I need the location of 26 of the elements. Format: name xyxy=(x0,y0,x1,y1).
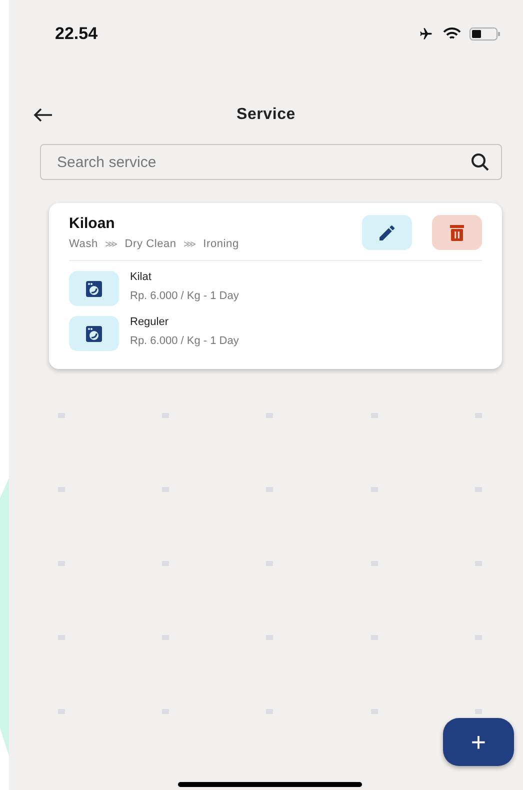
service-price: Rp. 6.000 / Kg - 1 Day xyxy=(130,290,239,302)
service-name: Kilat xyxy=(130,271,152,283)
add-button[interactable]: + xyxy=(443,718,514,766)
washing-machine-icon xyxy=(85,280,103,298)
washing-machine-icon xyxy=(85,324,103,342)
back-button[interactable] xyxy=(33,108,53,122)
back-arrow-icon xyxy=(33,108,53,122)
wifi-icon xyxy=(443,27,461,41)
step-label: Dry Clean xyxy=(124,238,176,250)
page-title: Service xyxy=(236,106,296,124)
search-field[interactable]: Search service xyxy=(40,144,502,180)
search-icon xyxy=(470,152,490,172)
step-label: Ironing xyxy=(203,238,239,250)
pencil-icon xyxy=(377,222,397,242)
step-separator: ⋙ xyxy=(183,238,196,250)
edit-button[interactable] xyxy=(362,215,412,250)
service-price: Rp. 6.000 / Kg - 1 Day xyxy=(130,335,239,347)
battery-icon xyxy=(469,27,501,41)
service-name: Reguler xyxy=(130,316,170,328)
airplane-icon xyxy=(417,27,435,41)
step-separator: ⋙ xyxy=(104,238,118,250)
step-label: Wash xyxy=(69,238,98,250)
delete-button[interactable] xyxy=(432,215,482,250)
status-time: 22.54 xyxy=(55,24,98,44)
group-name: Kiloan xyxy=(69,215,116,232)
trash-icon xyxy=(449,224,465,242)
